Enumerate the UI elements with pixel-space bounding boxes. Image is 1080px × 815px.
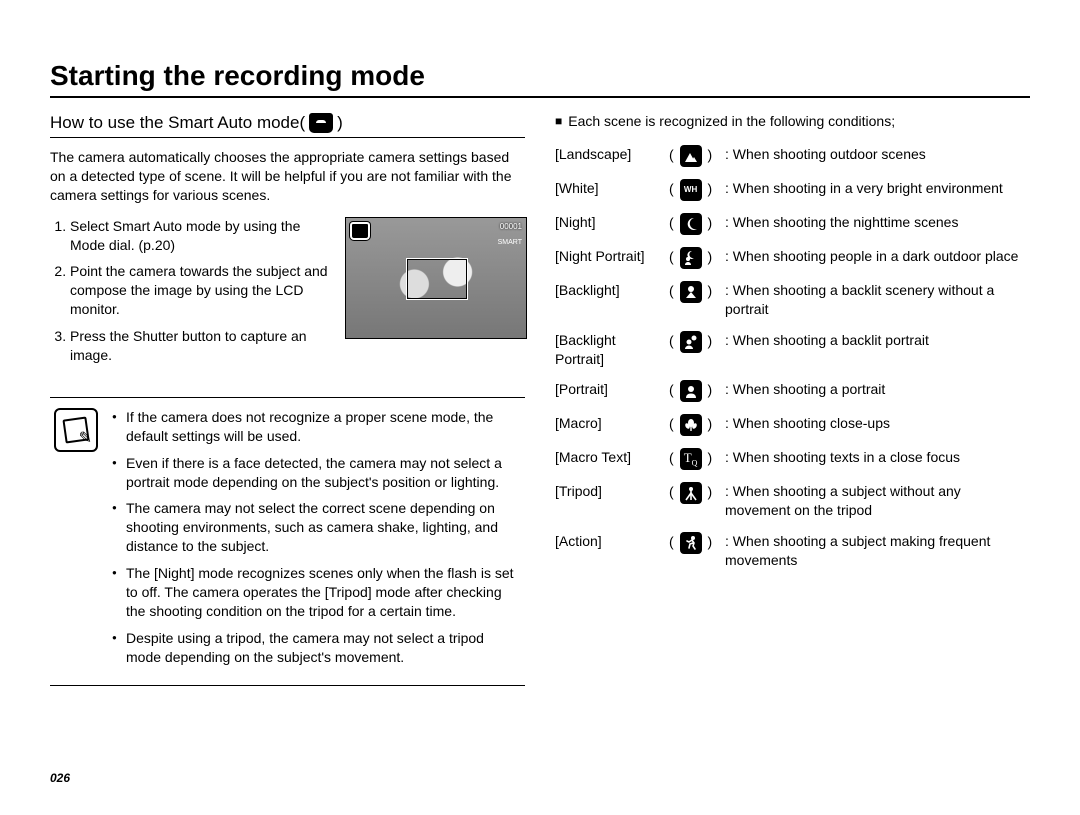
scenes-heading: ■ Each scene is recognized in the follow… <box>555 112 1030 131</box>
section-subhead: How to use the Smart Auto mode( ) <box>50 112 525 135</box>
scene-icon-cell: ( ) <box>669 414 719 436</box>
scene-description: : When shooting in a very bright environ… <box>725 179 1030 198</box>
action-icon <box>680 532 702 554</box>
page-number: 026 <box>50 771 70 785</box>
left-column: How to use the Smart Auto mode( ) The ca… <box>50 112 525 686</box>
step-item: Select Smart Auto mode by using the Mode… <box>70 217 335 255</box>
scene-description: : When shooting texts in a close focus <box>725 448 1030 467</box>
scene-row: [Landscape] ( ) : When shooting outdoor sc… <box>555 145 1030 167</box>
note-item: The [Night] mode recognizes scenes only … <box>126 564 521 621</box>
manual-page: Starting the recording mode How to use t… <box>0 0 1080 815</box>
night-icon <box>680 213 702 235</box>
macro-text-icon: TQ <box>680 448 702 470</box>
scene-label: [Backlight Portrait] <box>555 331 663 369</box>
scene-label: [Backlight] <box>555 281 663 300</box>
scene-row: [Macro Text] ( TQ ) : When shooting texts … <box>555 448 1030 470</box>
note-item: If the camera does not recognize a prope… <box>126 408 521 446</box>
macro-icon <box>680 414 702 436</box>
lcd-smart-auto-icon <box>350 222 370 240</box>
scene-description: : When shooting a backlit scenery withou… <box>725 281 1030 319</box>
note-item: Even if there is a face detected, the ca… <box>126 454 521 492</box>
portrait-icon <box>680 380 702 402</box>
scene-row: [Backlight Portrait] ( ) : When shooting a… <box>555 331 1030 369</box>
two-column-layout: How to use the Smart Auto mode( ) The ca… <box>50 112 1030 686</box>
backlight-portrait-icon <box>680 331 702 353</box>
scenes-heading-text: Each scene is recognized in the followin… <box>568 112 895 131</box>
lcd-shot-counter: 00001 <box>500 222 522 240</box>
backlight-icon <box>680 281 702 303</box>
scene-description: : When shooting a subject without any mo… <box>725 482 1030 520</box>
lcd-focus-frame <box>406 258 468 300</box>
scenes-table: [Landscape] ( ) : When shooting outdoor sc… <box>555 145 1030 570</box>
lcd-screen: 00001 SMART <box>345 217 527 339</box>
page-title: Starting the recording mode <box>50 60 1030 92</box>
scene-row: [Night Portrait] ( ) : When shooting peopl… <box>555 247 1030 269</box>
bullet-square-icon: ■ <box>555 112 562 130</box>
scene-icon-cell: ( ) <box>669 247 719 269</box>
steps-row: Select Smart Auto mode by using the Mode… <box>50 217 525 373</box>
scene-icon-cell: ( WH ) <box>669 179 719 201</box>
scene-description: : When shooting a backlit portrait <box>725 331 1030 350</box>
smart-auto-mode-icon <box>309 113 333 133</box>
scene-label: [Macro Text] <box>555 448 663 467</box>
scene-icon-cell: ( ) <box>669 380 719 402</box>
scene-description: : When shooting a subject making frequen… <box>725 532 1030 570</box>
scene-icon-cell: ( ) <box>669 532 719 554</box>
subhead-text-suffix: ) <box>337 112 343 135</box>
landscape-icon <box>680 145 702 167</box>
scene-label: [Macro] <box>555 414 663 433</box>
scene-row: [Portrait] ( ) : When shooting a portrait <box>555 380 1030 402</box>
right-column: ■ Each scene is recognized in the follow… <box>555 112 1030 686</box>
step-item: Press the Shutter button to capture an i… <box>70 327 335 365</box>
scene-description: : When shooting a portrait <box>725 380 1030 399</box>
night-portrait-icon <box>680 247 702 269</box>
note-box: If the camera does not recognize a prope… <box>50 397 525 686</box>
subhead-text-prefix: How to use the Smart Auto mode( <box>50 112 305 135</box>
white-icon: WH <box>680 179 702 201</box>
scene-label: [Portrait] <box>555 380 663 399</box>
scene-label: [Night Portrait] <box>555 247 663 266</box>
title-rule <box>50 96 1030 98</box>
scene-label: [White] <box>555 179 663 198</box>
intro-paragraph: The camera automatically chooses the app… <box>50 148 525 205</box>
steps-list: Select Smart Auto mode by using the Mode… <box>50 217 335 373</box>
notes-list: If the camera does not recognize a prope… <box>110 408 521 667</box>
scene-row: [Night] ( ) : When shooting the nighttime … <box>555 213 1030 235</box>
scene-description: : When shooting outdoor scenes <box>725 145 1030 164</box>
scene-label: [Tripod] <box>555 482 663 501</box>
scene-label: [Landscape] <box>555 145 663 164</box>
note-icon <box>54 408 98 452</box>
step-item: Point the camera towards the subject and… <box>70 262 335 319</box>
scene-row: [Action] ( ) : When shooting a subject mak… <box>555 532 1030 570</box>
scene-icon-cell: ( ) <box>669 213 719 235</box>
scene-label: [Night] <box>555 213 663 232</box>
scene-icon-cell: ( ) <box>669 331 719 353</box>
subhead-rule <box>50 137 525 138</box>
scene-row: [Tripod] ( ) : When shooting a subject wit… <box>555 482 1030 520</box>
scene-row: [Backlight] ( ) : When shooting a backlit … <box>555 281 1030 319</box>
tripod-icon <box>680 482 702 504</box>
scene-row: [Macro] ( ) : When shooting close-ups <box>555 414 1030 436</box>
scene-description: : When shooting people in a dark outdoor… <box>725 247 1030 266</box>
scene-description: : When shooting close-ups <box>725 414 1030 433</box>
scene-label: [Action] <box>555 532 663 551</box>
scene-icon-cell: ( TQ ) <box>669 448 719 470</box>
lcd-status-bar: 00001 <box>350 222 522 240</box>
notes-list-wrap: If the camera does not recognize a prope… <box>110 408 521 675</box>
scene-icon-cell: ( ) <box>669 281 719 303</box>
scene-icon-cell: ( ) <box>669 482 719 504</box>
note-item: Despite using a tripod, the camera may n… <box>126 629 521 667</box>
scene-description: : When shooting the nighttime scenes <box>725 213 1030 232</box>
scene-icon-cell: ( ) <box>669 145 719 167</box>
scene-row: [White] ( WH ) : When shooting in a very b… <box>555 179 1030 201</box>
lcd-preview: 00001 SMART <box>345 217 525 339</box>
note-item: The camera may not select the correct sc… <box>126 499 521 556</box>
